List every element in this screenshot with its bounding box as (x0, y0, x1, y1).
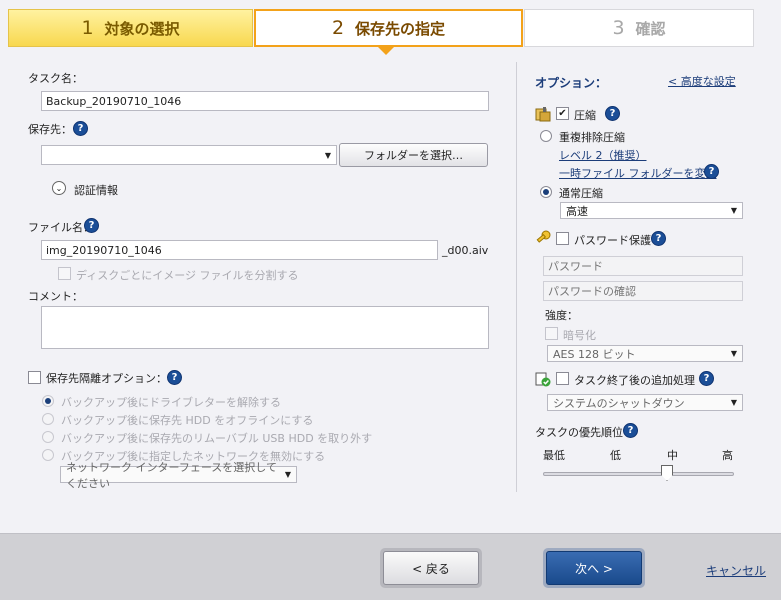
help-icon[interactable]: ? (84, 218, 99, 233)
network-interface-value: ネットワーク インターフェースを選択してください (66, 460, 277, 490)
isolation-label: 保存先隔離オプション： (46, 372, 167, 385)
normal-compress-label: 通常圧縮 (559, 187, 603, 200)
compress-icon (535, 106, 551, 122)
priority-slider-thumb[interactable] (661, 465, 673, 481)
step-number: 1 (81, 17, 94, 39)
priority-slider-track[interactable] (543, 472, 734, 476)
help-icon[interactable]: ? (699, 371, 714, 386)
back-button-frame: < 戻る (380, 548, 482, 588)
post-process-select[interactable]: システムのシャットダウン ▼ (547, 394, 743, 411)
compress-label: 圧縮 (574, 109, 596, 122)
step-destination: 2 保存先の指定 (254, 9, 523, 47)
encryption-value: AES 128 ビット (553, 347, 636, 361)
post-process-value: システムのシャットダウン (553, 396, 685, 410)
post-process-icon (535, 371, 551, 387)
password-confirm-input[interactable] (543, 281, 743, 301)
task-name-input[interactable] (41, 91, 489, 111)
step-number: 3 (612, 17, 625, 39)
step-label: 確認 (635, 19, 666, 38)
dedup-level-link[interactable]: レベル 2（推奨） (559, 147, 647, 163)
priority-level-label: 中 (667, 449, 678, 462)
comment-textarea[interactable] (41, 306, 489, 349)
compression-level-value: 高速 (566, 204, 588, 218)
help-icon[interactable]: ? (73, 121, 88, 136)
password-protect-checkbox[interactable] (556, 232, 569, 245)
split-per-disk-checkbox[interactable] (58, 267, 71, 280)
normal-compress-radio[interactable] (540, 186, 552, 198)
cancel-link[interactable]: キャンセル (706, 562, 766, 579)
dedup-compress-radio[interactable] (540, 130, 552, 142)
compress-checkbox[interactable]: ✔ (556, 107, 569, 120)
network-interface-select[interactable]: ネットワーク インターフェースを選択してください ▼ (60, 461, 297, 490)
isolation-checkbox[interactable] (28, 371, 41, 384)
priority-level-label: 最低 (543, 449, 565, 462)
help-icon[interactable]: ? (167, 370, 182, 385)
back-button[interactable]: < 戻る (383, 551, 479, 585)
panel-divider (516, 62, 517, 492)
split-per-disk-label: ディスクごとにイメージ ファイルを分割する (76, 269, 299, 282)
step-number: 2 (331, 17, 345, 39)
help-icon[interactable]: ? (651, 231, 666, 246)
dedup-compress-label: 重複排除圧縮 (559, 131, 625, 144)
next-button-frame: 次へ > (543, 548, 645, 588)
step-label: 保存先の指定 (355, 19, 446, 38)
next-button[interactable]: 次へ > (546, 551, 642, 585)
current-step-indicator (378, 47, 394, 55)
file-suffix: _d00.aiv (442, 244, 489, 257)
advanced-settings-link[interactable]: < 高度な設定 (668, 73, 736, 89)
step-confirm: 3 確認 (524, 9, 754, 47)
password-input[interactable] (543, 256, 743, 276)
destination-combobox[interactable]: ▼ (41, 145, 337, 165)
encrypt-checkbox[interactable] (545, 327, 558, 340)
temp-folder-link[interactable]: 一時ファイル フォルダーを変更 (559, 165, 717, 181)
chevron-down-icon: ▼ (730, 398, 737, 407)
chevron-down-icon: ▼ (324, 150, 331, 160)
task-name-label: タスク名： (28, 72, 83, 85)
chevron-down-icon: ▼ (730, 349, 737, 358)
isolation-option-radio[interactable] (42, 449, 54, 461)
auth-info-label[interactable]: 認証情報 (74, 182, 118, 198)
step-select-target: 1 対象の選択 (8, 9, 253, 47)
step-label: 対象の選択 (104, 19, 180, 38)
post-process-label: タスク終了後の追加処理 (574, 374, 695, 387)
isolation-option-radio[interactable] (42, 431, 54, 443)
help-icon[interactable]: ? (623, 423, 638, 438)
encryption-select[interactable]: AES 128 ビット ▼ (547, 345, 743, 362)
isolation-option-label: バックアップ後にドライブレターを解除する (61, 396, 281, 409)
file-name-input[interactable] (41, 240, 438, 260)
password-protect-label: パスワード保護 (574, 234, 651, 247)
select-folder-button[interactable]: フォルダーを選択… (339, 143, 488, 167)
strength-label: 強度： (545, 309, 578, 322)
help-icon[interactable]: ? (605, 106, 620, 121)
encrypt-label: 暗号化 (563, 329, 596, 342)
priority-level-label: 高 (722, 449, 733, 462)
key-icon (535, 230, 551, 246)
isolation-option-radio[interactable] (42, 395, 54, 407)
compression-level-select[interactable]: 高速 ▼ (560, 202, 743, 219)
isolation-option-radio[interactable] (42, 413, 54, 425)
options-title: オプション： (535, 76, 608, 90)
comment-label: コメント： (28, 290, 83, 303)
chevron-down-icon: ▼ (284, 470, 291, 479)
priority-label: タスクの優先順位 (535, 426, 623, 439)
destination-label: 保存先： (28, 123, 72, 136)
expand-icon[interactable]: ⌄ (52, 181, 66, 195)
priority-level-label: 低 (610, 449, 621, 462)
chevron-down-icon: ▼ (730, 206, 737, 215)
isolation-option-label: バックアップ後に保存先 HDD をオフラインにする (61, 414, 314, 427)
post-process-checkbox[interactable] (556, 372, 569, 385)
help-icon[interactable]: ? (704, 164, 719, 179)
isolation-option-label: バックアップ後に保存先のリムーバブル USB HDD を取り外す (61, 432, 373, 445)
